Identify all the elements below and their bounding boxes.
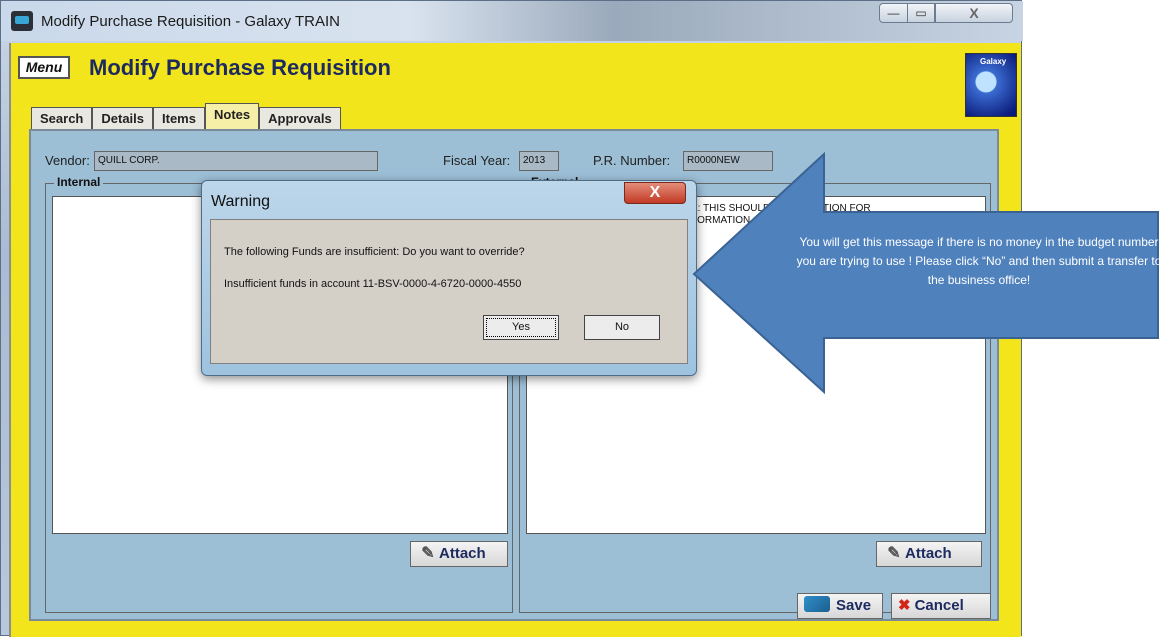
tab-search[interactable]: Search [31,107,93,129]
paperclip-icon: ✎ [887,545,901,562]
maximize-button[interactable]: ▭ [907,3,935,23]
menu-button[interactable]: Menu [18,56,70,79]
fiscal-year-label: Fiscal Year: [443,153,511,168]
internal-attach-button[interactable]: ✎ Attach [410,541,508,567]
dialog-message-line-2: Insufficient funds in account 11-BSV-000… [224,278,522,290]
cancel-button[interactable]: ✖ Cancel [891,593,991,619]
attach-label: Attach [439,545,486,562]
vendor-field[interactable]: QUILL CORP. [94,151,378,171]
dialog-title: Warning [211,193,270,210]
tab-notes[interactable]: Notes [204,103,260,129]
galaxy-logo: Galaxy [965,53,1017,117]
minimize-button[interactable]: — [879,3,908,23]
dialog-message-line-1: The following Funds are insufficient: Do… [224,246,525,258]
fiscal-year-field[interactable]: 2013 [519,151,559,171]
close-window-button[interactable]: X [935,3,1013,23]
window-titlebar[interactable]: Modify Purchase Requisition - Galaxy TRA… [1,1,1023,41]
window-title: Modify Purchase Requisition - Galaxy TRA… [41,13,341,30]
save-icon [804,596,830,612]
cancel-label: Cancel [914,597,964,614]
tab-approvals[interactable]: Approvals [259,107,341,129]
app-icon [11,11,33,31]
tab-items[interactable]: Items [153,107,205,129]
page-title: Modify Purchase Requisition [89,55,391,80]
cancel-x-icon: ✖ [898,597,911,614]
save-label: Save [836,597,872,614]
tab-bar: Search Details Items Notes Approvals [31,103,341,129]
external-attach-button[interactable]: ✎ Attach [876,541,982,567]
warning-dialog: Warning X The following Funds are insuff… [201,180,697,376]
tab-details[interactable]: Details [92,107,154,129]
vendor-label: Vendor: [45,153,90,168]
attach-label: Attach [905,545,952,562]
dialog-close-button[interactable]: X [624,182,686,204]
paperclip-icon: ✎ [421,545,435,562]
internal-notes-title: Internal [54,175,104,189]
no-button[interactable]: No [584,315,660,340]
dialog-body: The following Funds are insufficient: Do… [210,219,688,364]
pr-number-label: P.R. Number: [593,153,671,168]
save-button[interactable]: Save [797,593,883,619]
callout-text: You will get this message if there is no… [796,235,1160,287]
yes-button[interactable]: Yes [483,315,559,340]
